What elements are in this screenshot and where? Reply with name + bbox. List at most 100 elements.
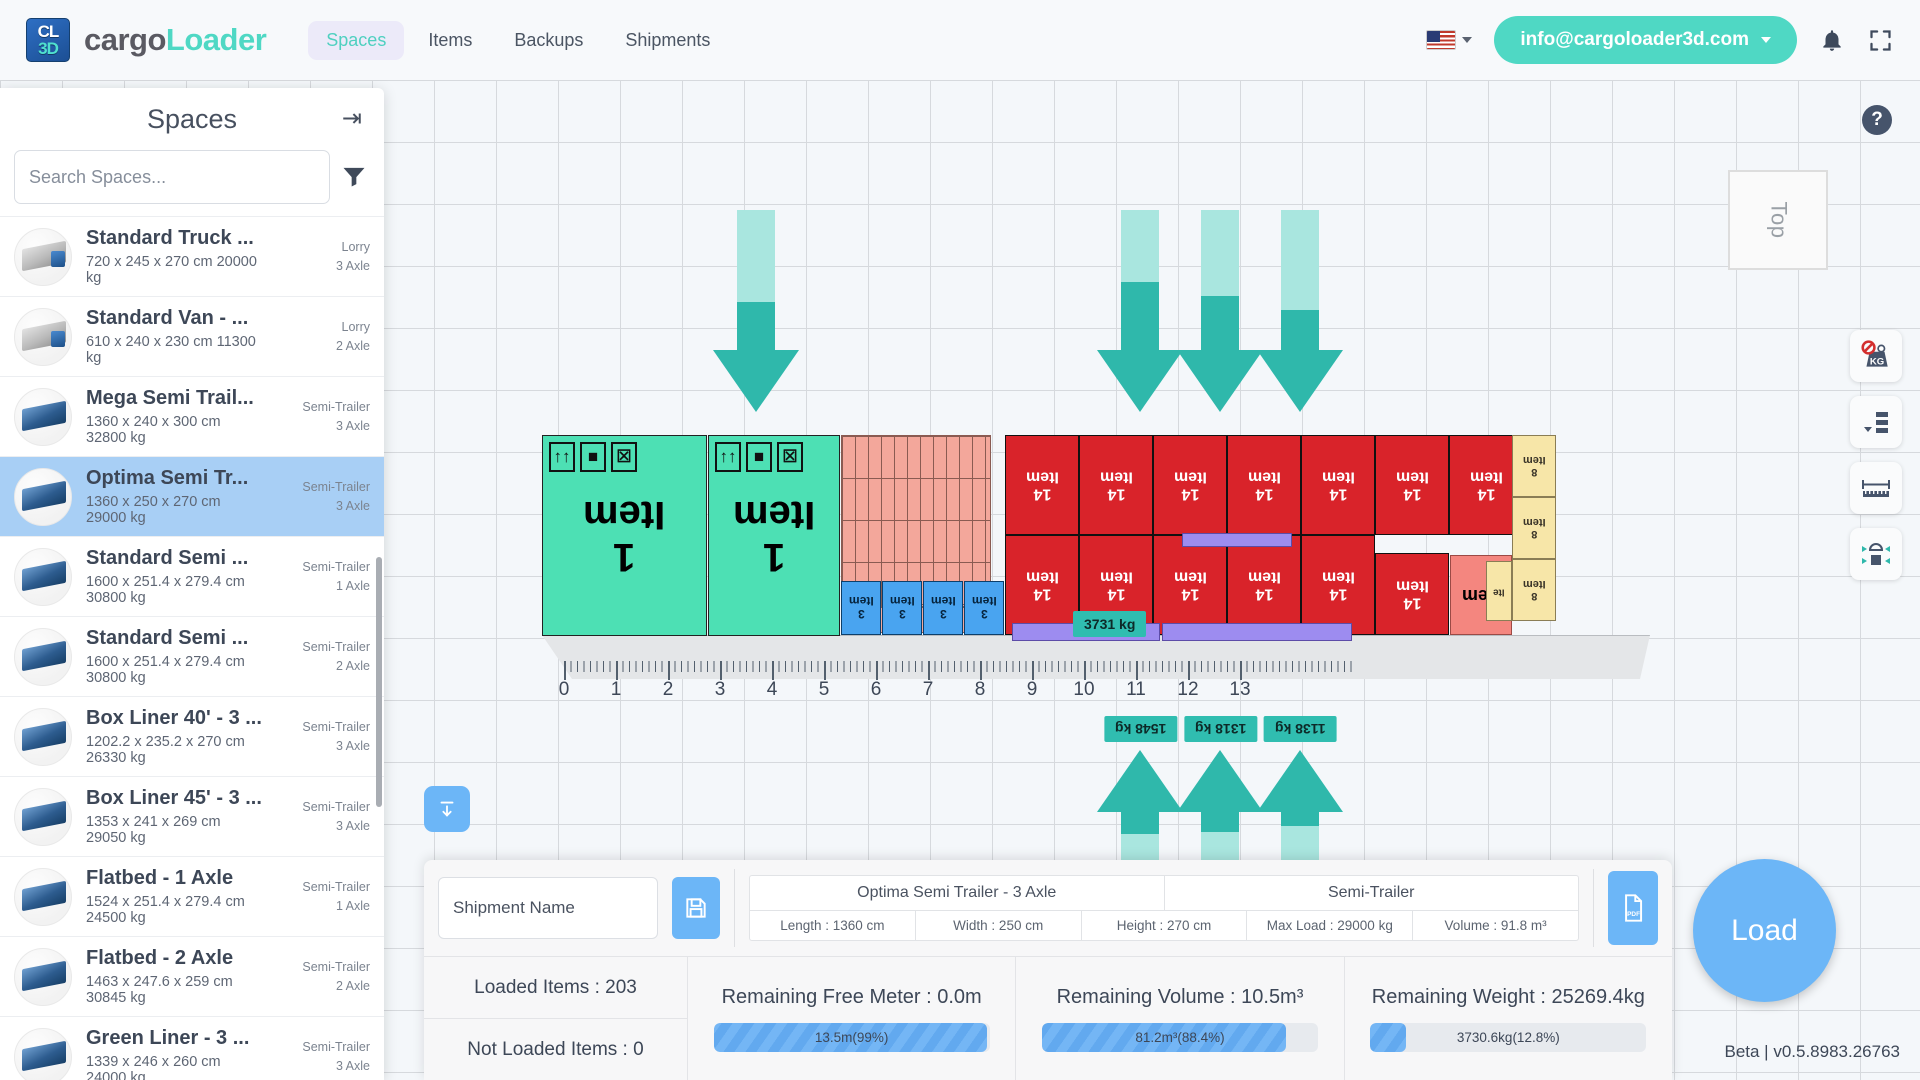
search-input[interactable]	[14, 150, 330, 204]
stat-label: Remaining Volume : 10.5m³	[1056, 985, 1304, 1008]
account-email-label: info@cargoloader3d.com	[1520, 29, 1749, 50]
account-menu-button[interactable]: info@cargoloader3d.com	[1494, 16, 1797, 64]
space-thumbnail	[14, 467, 72, 526]
space-type: Semi-Trailer	[302, 800, 370, 815]
nav-item-items[interactable]: Items	[410, 21, 490, 60]
sidebar-header: Spaces ⇥	[0, 88, 384, 150]
list-item[interactable]: Flatbed - 2 Axle 1463 x 247.6 x 259 cm 3…	[0, 937, 384, 1017]
list-item[interactable]: Standard Truck ... 720 x 245 x 270 cm 20…	[0, 217, 384, 297]
progress-label: 3730.6kg(12.8%)	[1456, 1029, 1560, 1045]
space-meta: Semi-Trailer 3 Axle	[278, 398, 370, 434]
logo-line-2: 3D	[38, 39, 59, 58]
list-item[interactable]: Mega Semi Trail... 1360 x 240 x 300 cm 3…	[0, 377, 384, 457]
space-name: Standard Van - ...	[86, 307, 249, 329]
list-item[interactable]: Standard Semi ... 1600 x 251.4 x 279.4 c…	[0, 617, 384, 697]
viewport-toolbar: KG	[1850, 330, 1902, 580]
language-selector[interactable]	[1426, 30, 1473, 50]
spec-width: Width : 250 cm	[914, 911, 1081, 940]
view-cube-top[interactable]: Top	[1728, 170, 1828, 270]
chevron-down-icon	[1761, 37, 1771, 43]
sidebar-title: Spaces	[146, 103, 238, 134]
space-type: Semi-Trailer	[302, 480, 370, 495]
space-meta: Semi-Trailer 2 Axle	[278, 638, 370, 674]
version-label: Beta | v0.5.8983.26763	[1724, 1042, 1900, 1061]
space-type: Semi-Trailer	[302, 640, 370, 655]
list-item[interactable]: Standard Semi ... 1600 x 251.4 x 279.4 c…	[0, 537, 384, 617]
expand-icon[interactable]	[1867, 27, 1894, 54]
space-type: Semi-Trailer	[302, 400, 370, 415]
space-meta: Lorry 2 Axle	[278, 318, 370, 354]
list-item[interactable]: Flatbed - 1 Axle 1524 x 251.4 x 279.4 cm…	[0, 857, 384, 937]
list-item[interactable]: Standard Van - ... 610 x 240 x 230 cm 11…	[0, 297, 384, 377]
sidebar-collapse-icon[interactable]: ⇥	[342, 107, 362, 131]
space-meta: Semi-Trailer 3 Axle	[278, 718, 370, 754]
space-axle: 2 Axle	[335, 658, 370, 673]
space-name: Standard Semi ...	[86, 627, 249, 649]
space-dimensions: 1202.2 x 235.2 x 270 cm 26330 kg	[86, 734, 245, 766]
shipment-name-input[interactable]	[438, 877, 658, 939]
nav-item-spaces[interactable]: Spaces	[308, 20, 405, 60]
space-thumbnail	[14, 387, 72, 446]
shipment-stats: Loaded Items : 203 Not Loaded Items : 0 …	[424, 956, 1672, 1080]
space-info: Standard Truck ... 720 x 245 x 270 cm 20…	[86, 227, 264, 286]
app-logo[interactable]: CL 3D	[26, 18, 70, 62]
stat-free-meter: Remaining Free Meter : 0.0m 13.5m(99%)	[688, 957, 1017, 1080]
brand-prefix: cargo	[84, 22, 166, 57]
spec-height: Height : 270 cm	[1080, 911, 1247, 940]
space-info: Flatbed - 1 Axle 1524 x 251.4 x 279.4 cm…	[86, 867, 264, 926]
space-thumbnail	[14, 707, 72, 766]
space-dimensions: 1353 x 241 x 269 cm 29050 kg	[86, 814, 221, 846]
space-thumbnail	[14, 227, 72, 286]
measure-length-icon[interactable]	[1850, 462, 1902, 514]
space-dimensions: 1360 x 250 x 270 cm 29000 kg	[86, 494, 221, 526]
load-button[interactable]: Load	[1693, 859, 1836, 1002]
space-axle: 3 Axle	[335, 738, 370, 753]
space-info: Standard Semi ... 1600 x 251.4 x 279.4 c…	[86, 627, 264, 686]
sidebar-scrollbar[interactable]	[376, 557, 382, 807]
space-name: Box Liner 40' - 3 ...	[86, 707, 262, 729]
spaces-sidebar: Spaces ⇥ Standard Truck ... 720 x 245 x …	[0, 88, 384, 1080]
list-item[interactable]: Box Liner 45' - 3 ... 1353 x 241 x 269 c…	[0, 777, 384, 857]
space-type: Lorry	[341, 320, 370, 335]
svg-text:PDF: PDF	[1627, 911, 1640, 918]
space-axle: 3 Axle	[335, 818, 370, 833]
nav-item-shipments[interactable]: Shipments	[607, 21, 728, 60]
space-dimensions: 1463 x 247.6 x 259 cm 30845 kg	[86, 974, 233, 1006]
space-thumbnail	[14, 307, 72, 366]
sidebar-search-row	[0, 150, 384, 216]
no-weight-kg-icon[interactable]: KG	[1850, 330, 1902, 382]
spec-space-name: Optima Semi Trailer - 3 Axle	[857, 884, 1057, 901]
space-info: Mega Semi Trail... 1360 x 240 x 300 cm 3…	[86, 387, 264, 446]
space-axle: 1 Axle	[335, 898, 370, 913]
space-axle: 2 Axle	[335, 978, 370, 993]
space-name: Optima Semi Tr...	[86, 467, 249, 489]
progress-bar: 13.5m(99%)	[713, 1022, 990, 1052]
space-dimensions: 1339 x 246 x 260 cm 24000 kg	[86, 1054, 221, 1080]
bell-icon[interactable]	[1819, 27, 1845, 53]
panel-divider	[1593, 869, 1594, 947]
space-info: Box Liner 40' - 3 ... 1202.2 x 235.2 x 2…	[86, 707, 264, 766]
sort-descending-icon[interactable]	[1850, 396, 1902, 448]
loaded-items-label: Loaded Items : 203	[474, 976, 637, 998]
space-thumbnail	[14, 867, 72, 926]
axle-load-icon[interactable]	[1850, 528, 1902, 580]
collapse-down-icon[interactable]	[424, 786, 470, 832]
spaces-list[interactable]: Standard Truck ... 720 x 245 x 270 cm 20…	[0, 216, 384, 1080]
space-meta: Lorry 3 Axle	[278, 238, 370, 274]
space-dimensions: 1360 x 240 x 300 cm 32800 kg	[86, 414, 221, 446]
stat-weight: Remaining Weight : 25269.4kg 3730.6kg(12…	[1345, 957, 1672, 1080]
list-item[interactable]: Green Liner - 3 ... 1339 x 246 x 260 cm …	[0, 1017, 384, 1080]
list-item-selected[interactable]: Optima Semi Tr... 1360 x 250 x 270 cm 29…	[0, 457, 384, 537]
list-item[interactable]: Box Liner 40' - 3 ... 1202.2 x 235.2 x 2…	[0, 697, 384, 777]
space-spec-table: Optima Semi Trailer - 3 Axle Semi-Traile…	[749, 875, 1579, 941]
filter-icon[interactable]	[340, 162, 370, 192]
pdf-icon[interactable]: PDF	[1608, 871, 1658, 945]
spec-volume: Volume : 91.8 m³	[1412, 911, 1578, 940]
space-axle: 3 Axle	[335, 258, 370, 273]
space-info: Optima Semi Tr... 1360 x 250 x 270 cm 29…	[86, 467, 264, 526]
nav-item-backups[interactable]: Backups	[496, 21, 601, 60]
main-nav: Spaces Items Backups Shipments	[308, 20, 728, 60]
save-icon[interactable]	[672, 877, 720, 939]
help-icon[interactable]: ?	[1862, 105, 1892, 135]
space-type: Semi-Trailer	[302, 880, 370, 895]
